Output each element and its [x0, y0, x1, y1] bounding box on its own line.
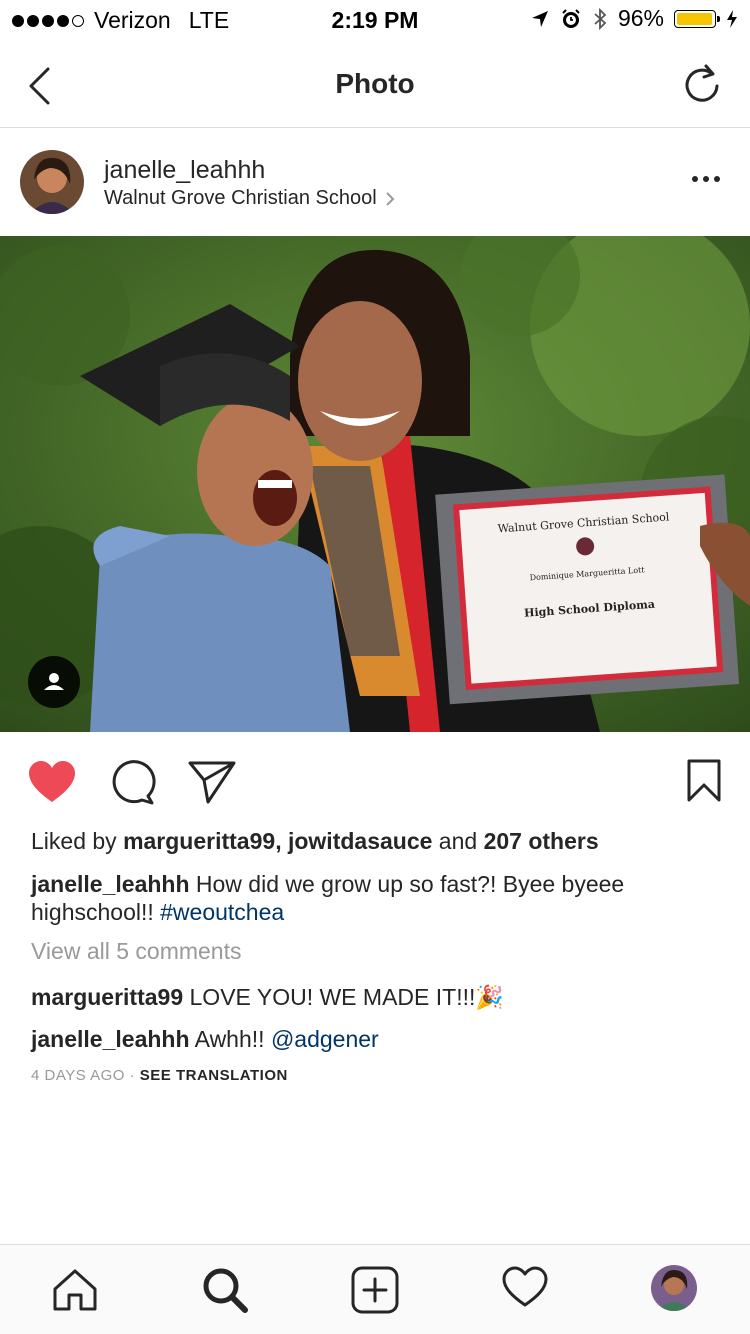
post-photo[interactable]: Walnut Grove Christian School Dominique …	[0, 236, 750, 732]
page-title: Photo	[335, 68, 415, 99]
home-icon[interactable]	[51, 1265, 99, 1313]
more-icon[interactable]	[692, 176, 720, 182]
heart-icon[interactable]	[26, 758, 78, 806]
add-icon[interactable]	[350, 1265, 400, 1315]
share-icon[interactable]	[186, 758, 238, 806]
profile-icon[interactable]	[651, 1265, 697, 1311]
post-timestamp: 4 DAYS AGO	[31, 1067, 125, 1084]
alarm-icon	[562, 8, 580, 28]
nav-bar: Photo	[0, 40, 750, 128]
post-actions	[0, 740, 750, 822]
see-translation-link[interactable]: SEE TRANSLATION	[140, 1067, 288, 1084]
liker-username[interactable]: margueritta99	[123, 828, 275, 854]
charging-bolt-icon	[727, 9, 737, 28]
graduation-photo: Walnut Grove Christian School Dominique …	[0, 236, 750, 732]
battery-percent: 96%	[617, 5, 664, 31]
user-tag-icon[interactable]	[28, 656, 80, 708]
post-location[interactable]: Walnut Grove Christian School	[104, 187, 395, 210]
refresh-icon[interactable]	[682, 62, 722, 106]
battery-icon	[674, 9, 720, 28]
post-meta: 4 DAYS AGO · SEE TRANSLATION	[31, 1067, 288, 1084]
search-icon[interactable]	[200, 1265, 250, 1315]
comment-username[interactable]: margueritta99	[31, 984, 183, 1010]
status-bar: Verizon LTE 2:19 PM 96%	[0, 0, 750, 40]
likes-summary: Liked by margueritta99, jowitdasauce and…	[31, 828, 599, 854]
avatar[interactable]	[20, 150, 84, 214]
comment-text: Awhh!!	[194, 1026, 265, 1052]
caption-username[interactable]: janelle_leahhh	[31, 871, 190, 897]
comment-mention[interactable]: @adgener	[271, 1026, 379, 1052]
comment-icon[interactable]	[108, 758, 156, 806]
liker-username[interactable]: jowitdasauce	[288, 828, 432, 854]
activity-icon[interactable]	[501, 1265, 549, 1309]
bluetooth-icon	[594, 7, 607, 30]
view-all-comments[interactable]: View all 5 comments	[31, 938, 242, 965]
tab-bar	[0, 1244, 750, 1334]
meta-separator: ·	[129, 1067, 136, 1084]
likes-prefix: Liked by	[31, 828, 117, 854]
comment-item: janelle_leahhh Awhh!! @adgener	[31, 1026, 379, 1053]
comment-item: margueritta99 LOVE YOU! WE MADE IT!!!🎉	[31, 984, 504, 1011]
status-icons: 96%	[530, 5, 738, 32]
likes-others[interactable]: 207 others	[484, 828, 599, 854]
post-username[interactable]: janelle_leahhh	[104, 156, 265, 185]
comment-text: LOVE YOU! WE MADE IT!!!🎉	[189, 984, 505, 1010]
caption-hashtag[interactable]: #weoutchea	[160, 899, 284, 925]
location-arrow-icon	[531, 10, 548, 27]
chevron-right-icon	[386, 191, 395, 206]
bookmark-icon[interactable]	[686, 758, 722, 804]
post-caption: janelle_leahhh How did we grow up so fas…	[31, 870, 721, 926]
post-header: janelle_leahhh Walnut Grove Christian Sc…	[0, 128, 750, 236]
location-label[interactable]: Walnut Grove Christian School	[104, 187, 377, 210]
comment-username[interactable]: janelle_leahhh	[31, 1026, 190, 1052]
likes-and: and	[438, 828, 478, 854]
